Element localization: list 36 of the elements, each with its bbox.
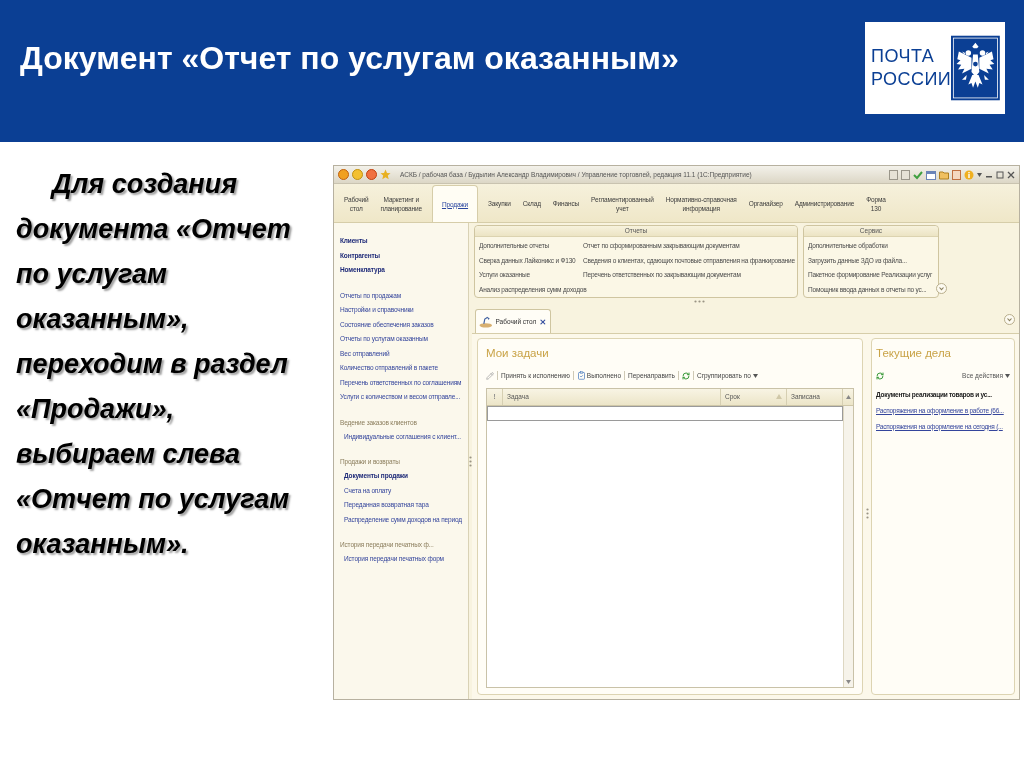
info-icon[interactable]: [964, 169, 974, 180]
pencil-icon[interactable]: [486, 371, 494, 380]
round-button-icon[interactable]: [366, 169, 377, 180]
scroll-up-icon[interactable]: [845, 394, 851, 399]
panel-title: Мои задачи: [486, 346, 549, 360]
refresh-icon[interactable]: [681, 371, 690, 380]
check-icon[interactable]: [913, 169, 923, 180]
caret-down-icon: [752, 373, 758, 378]
maximize-icon[interactable]: [996, 170, 1004, 179]
page-icon[interactable]: [901, 169, 910, 180]
refresh-icon[interactable]: [876, 371, 884, 380]
desk-lamp-icon: [479, 315, 493, 328]
caret-down-icon: [977, 172, 982, 177]
logo-text: ПОЧТА РОССИИ: [871, 45, 952, 91]
scrollbar[interactable]: [843, 405, 853, 687]
panel-title: Текущие дела: [876, 346, 951, 360]
caret-down-icon: [1005, 373, 1010, 378]
splitter-handle-icon[interactable]: [694, 300, 705, 303]
page-icon[interactable]: [889, 169, 898, 180]
close-icon[interactable]: [1007, 170, 1015, 179]
slide-title: Документ «Отчет по услугам оказанным»: [20, 39, 679, 78]
star-icon[interactable]: [380, 169, 391, 180]
instruction-text: Для создания документа «Отчет по услугам оказанным», переходим в раздел «Продажи», выбираем слева «Отчет по услугам оказанным».: [16, 168, 292, 561]
splitter-handle-icon[interactable]: [865, 508, 869, 519]
chevron-circle-icon[interactable]: [1004, 314, 1015, 325]
clipboard-check-icon: [576, 371, 586, 381]
close-icon[interactable]: [539, 317, 547, 326]
folder-icon[interactable]: [939, 169, 949, 180]
sort-arrow-icon: [776, 394, 782, 400]
window-icon[interactable]: [926, 169, 936, 180]
chevron-circle-icon[interactable]: [936, 283, 948, 294]
round-button-icon[interactable]: [338, 169, 349, 180]
round-button-icon[interactable]: [352, 169, 363, 180]
scroll-down-icon[interactable]: [846, 680, 851, 684]
splitter-handle-icon[interactable]: [469, 456, 472, 467]
square-icon[interactable]: [952, 169, 961, 180]
